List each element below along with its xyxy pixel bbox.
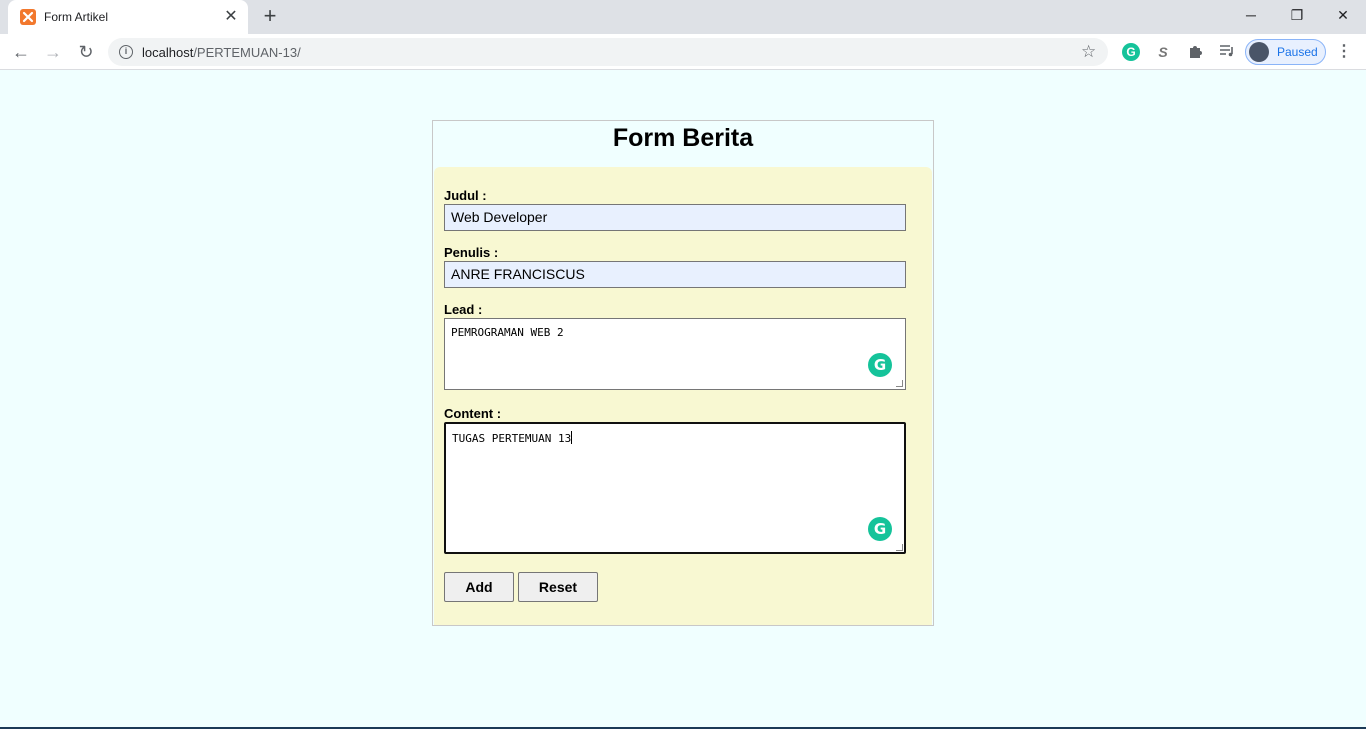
kebab-menu-icon[interactable]: ⋮ — [1336, 42, 1352, 62]
puzzle-icon[interactable] — [1186, 43, 1204, 61]
lead-textarea[interactable]: PEMROGRAMAN WEB 2 — [444, 318, 906, 390]
url-host: localhost — [142, 45, 194, 60]
browser-tab[interactable]: Form Artikel ✕ — [8, 0, 248, 34]
s-extension-icon[interactable]: S — [1154, 43, 1172, 61]
xampp-favicon-icon — [20, 9, 36, 25]
tab-strip: Form Artikel ✕ + ─ ❐ ✕ — [0, 0, 1366, 34]
form-body: Judul : Web Developer Penulis : ANRE FRA… — [434, 167, 932, 625]
url-text[interactable]: localhost/PERTEMUAN-13/ — [142, 45, 301, 60]
grammarly-icon[interactable]: G — [1122, 43, 1140, 61]
judul-label: Judul : — [444, 188, 487, 203]
page-title: Form Berita — [612, 124, 754, 152]
resize-handle-icon[interactable] — [896, 544, 903, 551]
content-label: Content : — [444, 406, 502, 421]
new-tab-button[interactable]: + — [258, 5, 282, 29]
restore-button[interactable]: ❐ — [1274, 0, 1320, 30]
profile-button[interactable]: Paused — [1245, 39, 1326, 65]
url-path: /PERTEMUAN-13/ — [193, 45, 301, 60]
forward-icon[interactable]: → — [40, 39, 66, 65]
reset-button[interactable]: Reset — [518, 572, 598, 602]
penulis-input[interactable]: ANRE FRANCISCUS — [444, 261, 906, 288]
judul-input[interactable]: Web Developer — [444, 204, 906, 231]
window-close-button[interactable]: ✕ — [1320, 0, 1366, 30]
lead-text: PEMROGRAMAN WEB 2 — [451, 326, 564, 339]
tab-title: Form Artikel — [44, 10, 109, 24]
resize-handle-icon[interactable] — [896, 380, 903, 387]
content-textarea[interactable]: TUGAS PERTEMUAN 13 — [444, 422, 906, 554]
lead-label: Lead : — [444, 302, 483, 317]
profile-status: Paused — [1277, 45, 1318, 59]
address-bar[interactable]: i localhost/PERTEMUAN-13/ ☆ — [108, 38, 1108, 66]
media-control-icon[interactable] — [1218, 43, 1236, 61]
avatar — [1249, 42, 1269, 62]
site-info-icon[interactable]: i — [119, 45, 133, 59]
bookmark-star-icon[interactable]: ☆ — [1081, 42, 1096, 62]
content-text: TUGAS PERTEMUAN 13 — [452, 432, 572, 445]
tab-close-icon[interactable]: ✕ — [222, 8, 240, 26]
grammarly-badge-icon[interactable]: G — [868, 517, 892, 541]
add-button[interactable]: Add — [444, 572, 514, 602]
reload-icon[interactable]: ↻ — [73, 39, 99, 65]
text-caret — [571, 431, 573, 444]
minimize-button[interactable]: ─ — [1228, 0, 1274, 30]
penulis-label: Penulis : — [444, 245, 499, 260]
grammarly-badge-icon[interactable]: G — [868, 353, 892, 377]
back-icon[interactable]: ← — [8, 39, 34, 65]
form-card: Form Berita Judul : Web Developer Penuli… — [432, 120, 934, 626]
browser-toolbar: ← → ↻ i localhost/PERTEMUAN-13/ ☆ G S Pa… — [0, 34, 1366, 70]
